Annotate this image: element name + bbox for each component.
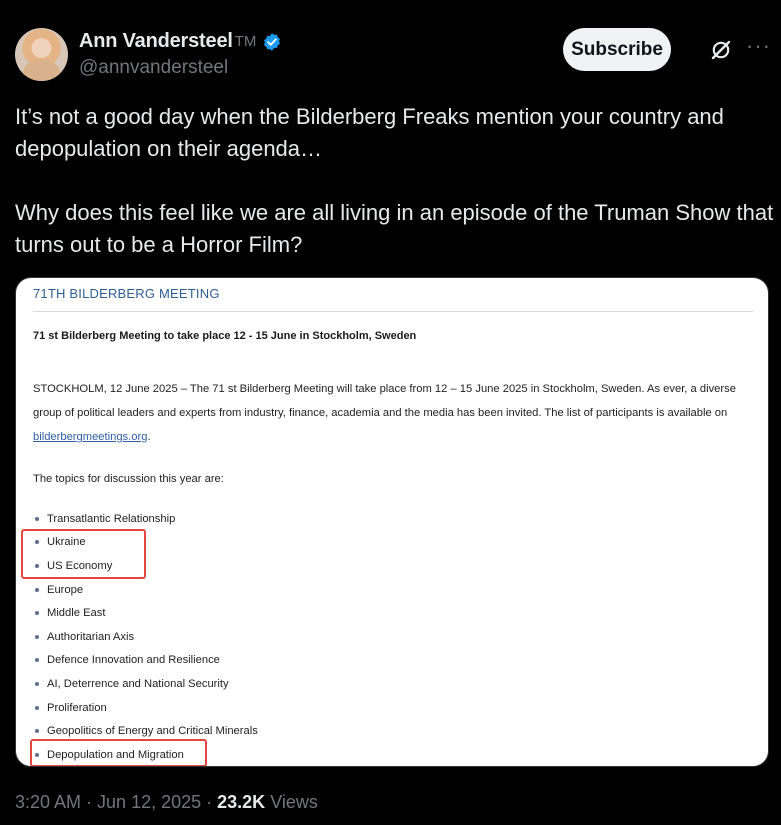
bilderberg-link: bilderbergmeetings.org [33, 431, 148, 443]
author-handle[interactable]: @annvandersteel [79, 57, 228, 79]
tweet-text: It’s not a good day when the Bilderberg … [15, 104, 774, 257]
bullet-icon [35, 658, 39, 663]
more-options-icon[interactable]: ··· [746, 33, 771, 59]
topic-label: Transatlantic Relationship [47, 512, 176, 525]
paragraph-text: STOCKHOLM, 12 June 2025 – The 71 st Bild… [33, 383, 736, 419]
bullet-icon [35, 611, 39, 616]
views-label: Views [270, 792, 318, 812]
paragraph-end: . [147, 431, 151, 443]
subscribe-button[interactable]: Subscribe [563, 28, 671, 71]
topic-item: AI, Deterrence and National Security [33, 672, 258, 696]
bullet-icon [35, 729, 39, 734]
author-name-row: Ann Vandersteel TM [79, 30, 282, 53]
topic-item: Transatlantic Relationship [33, 507, 258, 531]
bullet-icon [35, 681, 39, 686]
views-count: 23.2K [217, 792, 266, 812]
tweet-meta: 3:20 AM · Jun 12, 2025 · 23.2K Views [15, 792, 318, 812]
topic-label: Geopolitics of Energy and Critical Miner… [47, 725, 258, 738]
bullet-icon [35, 587, 39, 592]
topic-item: Middle East [33, 601, 258, 625]
topics-intro: The topics for discussion this year are: [33, 473, 224, 485]
topic-label: AI, Deterrence and National Security [47, 677, 229, 690]
document-paragraph: STOCKHOLM, 12 June 2025 – The 71 st Bild… [33, 377, 748, 449]
topic-label: Middle East [47, 607, 106, 620]
verified-badge-icon [264, 32, 281, 51]
topic-item: Proliferation [33, 696, 258, 720]
tweet-time[interactable]: 3:20 AM [15, 792, 81, 812]
document-title: 71TH BILDERBERG MEETING [33, 286, 220, 301]
author-display-name[interactable]: Ann Vandersteel [79, 30, 233, 53]
topic-label: Proliferation [47, 701, 107, 714]
tweet-image[interactable]: 71TH BILDERBERG MEETING 71 st Bilderberg… [15, 277, 769, 767]
topic-item: Europe [33, 578, 258, 602]
trademark-mark: TM [234, 33, 257, 50]
highlight-box-depopulation [30, 739, 207, 766]
grok-icon[interactable] [709, 38, 733, 62]
document-heading: 71 st Bilderberg Meeting to take place 1… [33, 330, 417, 342]
topic-label: Authoritarian Axis [47, 630, 135, 643]
topic-item: Authoritarian Axis [33, 625, 258, 649]
author-avatar[interactable] [15, 28, 68, 81]
bullet-icon [35, 634, 39, 639]
tweet-date[interactable]: Jun 12, 2025 [97, 792, 201, 812]
tweet-header: Ann Vandersteel TM @annvandersteel Subsc… [15, 28, 770, 84]
topic-label: Defence Innovation and Resilience [47, 654, 220, 667]
topic-item: Defence Innovation and Resilience [33, 649, 258, 673]
topic-label: Europe [47, 583, 84, 596]
document-title-bar: 71TH BILDERBERG MEETING [33, 286, 753, 312]
bullet-icon [35, 516, 39, 521]
highlight-box-ukraine-economy [21, 529, 146, 579]
document-screenshot: 71TH BILDERBERG MEETING 71 st Bilderberg… [16, 278, 768, 766]
bullet-icon [35, 705, 39, 710]
